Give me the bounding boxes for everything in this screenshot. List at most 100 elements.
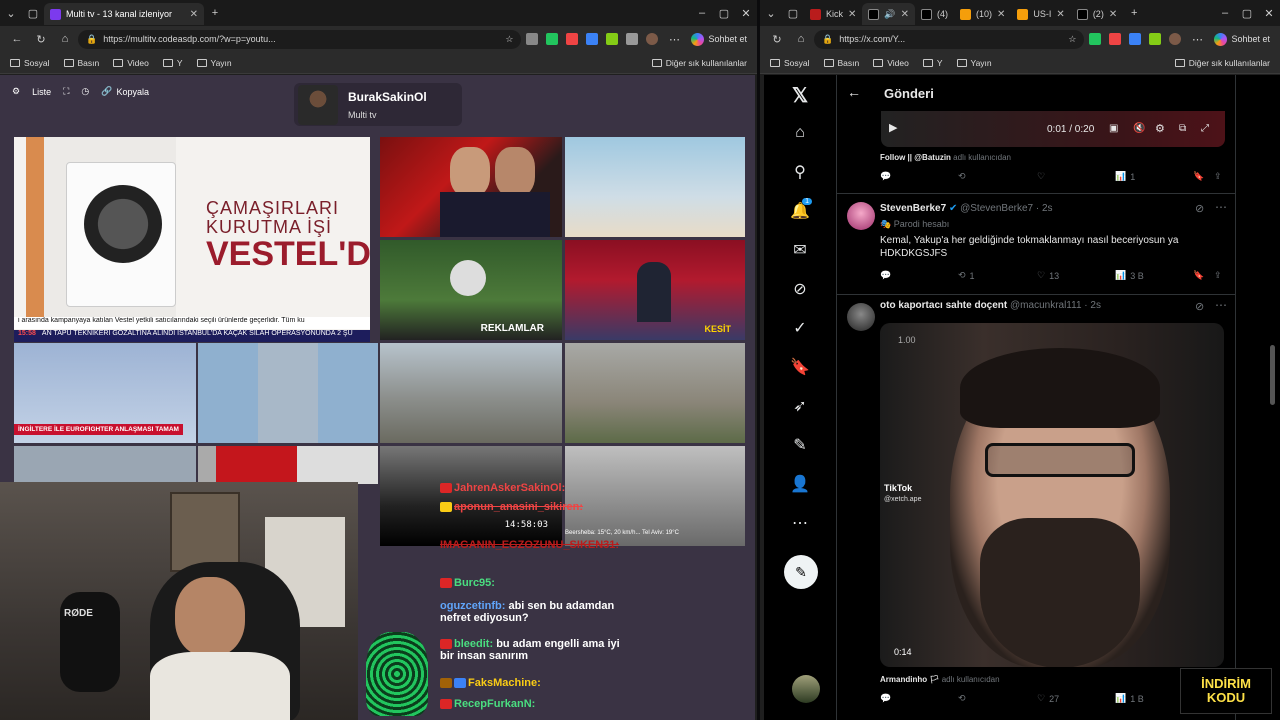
extension-icon[interactable] (606, 33, 619, 45)
more-icon[interactable]: ⋯ (1215, 298, 1227, 312)
tab-multitv[interactable]: Multi tv - 13 kanal izleniyor ✕ (44, 3, 204, 25)
tab-x-notifications[interactable]: (4) (915, 3, 954, 25)
video-player[interactable]: ▶ 0:01 / 0:20 ▣ 🔇 ⚙ ⧉ ⤢ (881, 111, 1225, 147)
new-tab-button[interactable]: + (1123, 2, 1145, 24)
verified-icon[interactable]: ✓ (790, 318, 810, 338)
star-icon[interactable]: ☆ (505, 34, 513, 45)
more-circle-icon[interactable]: ⋯ (790, 513, 810, 533)
pip-icon[interactable]: ⧉ (1179, 123, 1186, 134)
grok-icon[interactable]: ⊘ (1195, 300, 1204, 313)
bookmark-folder[interactable]: Yayın (956, 58, 992, 68)
scrollbar[interactable] (1270, 345, 1275, 405)
like-stat[interactable]: ♡ 13 (1037, 270, 1059, 281)
close-tab-icon[interactable]: ✕ (1056, 9, 1064, 20)
close-tab-icon[interactable]: ✕ (190, 9, 198, 20)
url-input[interactable]: 🔒 https://multitv.codeasdp.com/?w=p=yout… (78, 29, 522, 49)
settings-gear-icon[interactable]: ⚙ (1155, 122, 1165, 135)
minimize-icon[interactable]: – (691, 2, 713, 24)
video-tile-skyline[interactable] (14, 446, 196, 484)
grok-icon[interactable]: ⊘ (790, 279, 810, 299)
other-bookmarks[interactable]: Diğer sık kullanılanlar (651, 58, 747, 68)
extension-icon[interactable] (546, 33, 559, 45)
close-tab-icon[interactable]: ✕ (1109, 9, 1117, 20)
more-icon[interactable]: ⋯ (663, 28, 685, 50)
close-tab-icon[interactable]: ✕ (901, 9, 909, 20)
edit-icon[interactable]: ✎ (790, 435, 810, 455)
tab-kick[interactable]: Kick ✕ (804, 3, 862, 25)
tab-menu-icon[interactable]: ⌄ (760, 2, 782, 24)
bookmark-folder[interactable]: Basın (63, 58, 99, 68)
views-stat[interactable]: 📊 1 B (1115, 693, 1144, 704)
bookmarks-icon[interactable]: 🔖 (790, 357, 810, 377)
video-tile-parliament[interactable]: KESİT (565, 240, 745, 340)
url-input[interactable]: 🔒 https://x.com/Y... ☆ (814, 29, 1085, 49)
repost-stat[interactable]: ⟲ 1 (958, 270, 975, 281)
video-tile-jet[interactable]: İNGİLTERE İLE EUROFIGHTER ANLAŞMASI TAMA… (14, 343, 196, 443)
search-icon[interactable]: ⚲ (790, 162, 810, 182)
extension-icon[interactable] (586, 33, 599, 45)
volume-icon[interactable]: 🔇 (1133, 123, 1145, 134)
bookmark-folder[interactable]: Sosyal (770, 58, 810, 68)
tweet[interactable]: StevenBerke7 ✔ @StevenBerke7 · 2s ⊘ ⋯ 🎭 … (837, 194, 1235, 294)
bookmark-folder[interactable]: Basın (823, 58, 859, 68)
close-window-icon[interactable]: ✕ (735, 2, 757, 24)
repost-icon[interactable]: ⟲ (958, 693, 966, 704)
more-icon[interactable]: ⋯ (1215, 200, 1227, 214)
tab-us[interactable]: US-I ✕ (1011, 3, 1070, 25)
share-icon[interactable]: ⇪ (1214, 270, 1222, 281)
video-tile-multicam[interactable] (198, 343, 378, 443)
refresh-icon[interactable]: ↻ (30, 28, 52, 50)
copy-button[interactable]: 🔗 Kopyala (101, 86, 149, 97)
reply-icon[interactable]: 💬 (880, 693, 891, 704)
back-arrow-icon[interactable]: ← (847, 84, 861, 100)
home-icon[interactable]: ⌂ (790, 28, 812, 50)
list-button[interactable]: Liste (32, 87, 51, 97)
close-window-icon[interactable]: ✕ (1258, 2, 1280, 24)
extension-icon[interactable] (566, 33, 579, 45)
video-tile-football[interactable]: REKLAMLAR (380, 240, 562, 340)
settings-gear-icon[interactable]: ⚙ (12, 86, 20, 97)
bookmark-folder[interactable]: Y (922, 58, 943, 68)
home-icon[interactable]: ⌂ (790, 123, 810, 143)
video-tile-town[interactable] (565, 343, 745, 443)
tab-10[interactable]: (10) ✕ (954, 3, 1011, 25)
compose-button[interactable]: ✎ (784, 555, 818, 589)
video-tile-city[interactable] (380, 343, 562, 443)
tweet-author[interactable]: oto kaportacı sahte doçent (880, 300, 1007, 311)
profile-card[interactable]: BurakSakinOl Multi tv (294, 83, 462, 126)
extension-icon[interactable] (526, 33, 539, 45)
close-tab-icon[interactable]: ✕ (997, 9, 1005, 20)
audio-icon[interactable]: 🔊 (884, 9, 895, 20)
profile-icon[interactable]: 👤 (790, 474, 810, 494)
jobs-icon[interactable]: ➶ (790, 396, 810, 416)
notifications-icon[interactable]: 🔔 1 (790, 198, 812, 221)
video-tile-news[interactable] (380, 137, 562, 237)
fullscreen-icon[interactable]: ⤢ (1201, 123, 1209, 134)
views-stat[interactable]: 📊 1 (1115, 171, 1135, 182)
avatar[interactable] (646, 33, 659, 45)
copilot-button[interactable]: Sohbet et (1210, 32, 1274, 46)
more-icon[interactable]: ⋯ (1186, 28, 1208, 50)
workspaces-icon[interactable]: ▢ (782, 2, 804, 24)
reply-icon[interactable]: 💬 (880, 270, 891, 281)
x-logo-icon[interactable]: 𝕏 (790, 85, 810, 107)
like-stat[interactable]: ♡ 27 (1037, 693, 1059, 704)
tweet-author[interactable]: StevenBerke7 (880, 203, 946, 214)
video-tile-studio[interactable] (198, 446, 378, 484)
maximize-icon[interactable]: ▢ (713, 2, 735, 24)
tweet-video[interactable]: 1.00 TikTok @xetch.ape 0:14 (880, 323, 1224, 667)
extension-icon[interactable] (1109, 33, 1122, 45)
tweet[interactable]: oto kaportacı sahte doçent @macunkral111… (837, 295, 1235, 720)
bookmark-icon[interactable]: 🔖 (1193, 171, 1204, 182)
extension-icon[interactable] (1089, 33, 1102, 45)
extension-icon[interactable] (1129, 33, 1142, 45)
messages-icon[interactable]: ✉ (790, 240, 810, 260)
maximize-icon[interactable]: ▢ (1236, 2, 1258, 24)
views-stat[interactable]: 📊 3 B (1115, 270, 1144, 281)
captions-icon[interactable]: ▣ (1109, 123, 1118, 134)
copilot-button[interactable]: Sohbet et (687, 32, 751, 46)
bookmark-folder[interactable]: Y (162, 58, 183, 68)
avatar[interactable] (1169, 33, 1182, 45)
share-icon[interactable]: ⇪ (1214, 171, 1222, 182)
bookmark-folder[interactable]: Yayın (196, 58, 232, 68)
